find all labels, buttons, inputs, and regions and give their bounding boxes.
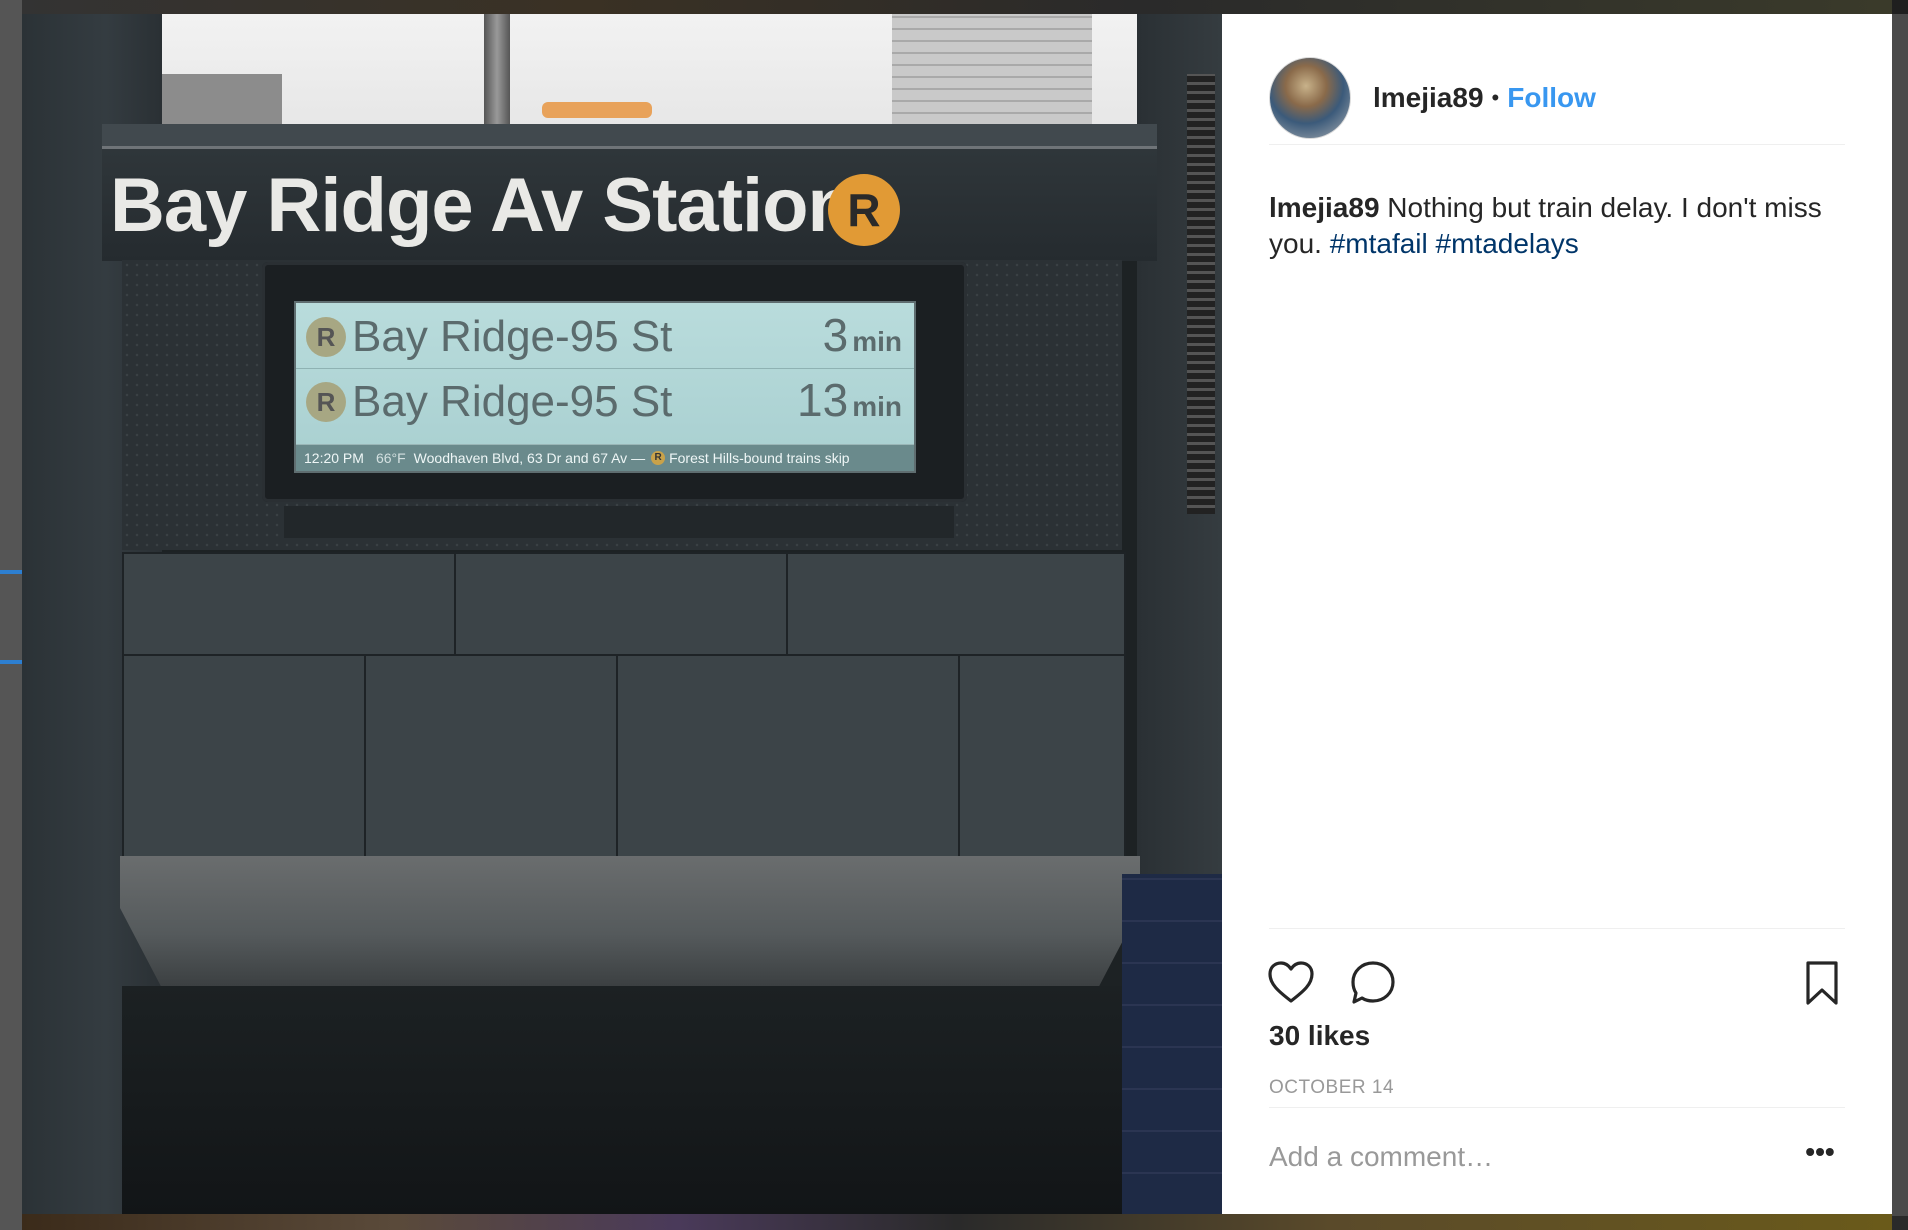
follow-button[interactable]: Follow (1507, 82, 1596, 114)
avatar[interactable] (1269, 57, 1351, 139)
divider (1269, 1107, 1845, 1108)
divider (1269, 928, 1845, 929)
backdrop-left-strip (0, 0, 22, 1230)
backdrop-accent (0, 570, 22, 574)
wall-tile (454, 552, 788, 656)
caption-username[interactable]: lmejia89 (1269, 192, 1380, 223)
wall-tile (786, 552, 1126, 656)
ticker-temp: 66°F (375, 450, 406, 466)
separator-dot: • (1491, 85, 1500, 110)
wall-tile (616, 654, 960, 858)
wall-tile (958, 654, 1126, 858)
route-bullet: R (828, 174, 900, 246)
ticker-time: 12:20 PM (304, 450, 364, 466)
comment-icon[interactable] (1348, 958, 1398, 1008)
route-bullet: R (651, 451, 666, 465)
arrival-unit: min (852, 391, 902, 422)
post-sidebar: lmejia89 • Follow lmejia89 Nothing but t… (1222, 14, 1892, 1214)
route-bullet: R (306, 382, 346, 422)
arrival-display-base (284, 506, 954, 538)
arrival-minutes: 3 (822, 309, 849, 361)
photo-building (162, 74, 282, 124)
post-date[interactable]: OCTOBER 14 (1269, 1077, 1394, 1099)
bookmark-icon[interactable] (1797, 958, 1847, 1008)
station-sign-text: Bay Ridge Av Station (110, 163, 854, 248)
photo-traffic-signal (542, 102, 652, 118)
ticker-message: Forest Hills-bound trains skip (669, 450, 850, 466)
hashtag-link[interactable]: #mtadelays (1436, 228, 1579, 259)
post-modal: Bay Ridge Av Station R R Bay Ridge-95 St… (22, 14, 1892, 1214)
backdrop-bottom-strip (22, 1214, 1892, 1230)
photo-stairwell (122, 986, 1122, 1214)
more-options-icon[interactable]: ••• (1800, 1138, 1840, 1172)
photo-blue-tiles (1122, 874, 1222, 1214)
arrival-destination: Bay Ridge-95 St (352, 377, 673, 426)
post-photo: Bay Ridge Av Station R R Bay Ridge-95 St… (22, 14, 1222, 1214)
post-caption: lmejia89 Nothing but train delay. I don'… (1269, 190, 1829, 262)
backdrop-top-strip (22, 0, 1892, 14)
wall-tile (122, 654, 366, 858)
backdrop-accent (0, 660, 22, 664)
wall-tile (364, 654, 618, 858)
arrival-eta: 13 min (797, 373, 902, 427)
post-header: lmejia89 • Follow (1269, 52, 1845, 145)
hashtag-link[interactable]: #mtafail (1330, 228, 1428, 259)
arrival-display-screen: R Bay Ridge-95 St 3 min R Bay Ridge-95 St… (294, 301, 916, 473)
arrival-row: R Bay Ridge-95 St 3 min (296, 306, 914, 369)
ticker-message: Woodhaven Blvd, 63 Dr and 67 Av — (413, 450, 646, 466)
heart-icon[interactable] (1266, 958, 1316, 1008)
photo-grille (1187, 74, 1215, 514)
service-ticker: 12:20 PM 66°F Woodhaven Blvd, 63 Dr and … (296, 444, 914, 471)
arrival-destination: Bay Ridge-95 St (352, 312, 673, 361)
arrival-minutes: 13 (797, 374, 849, 426)
photo-building (892, 14, 1092, 124)
arrival-unit: min (852, 326, 902, 357)
arrival-row: R Bay Ridge-95 St 13 min (296, 371, 914, 433)
photo-sign-top-band (102, 124, 1157, 146)
route-bullet: R (306, 317, 346, 357)
wall-tile (122, 552, 456, 656)
comment-input[interactable] (1269, 1132, 1769, 1182)
photo-pole (484, 14, 510, 124)
arrival-eta: 3 min (823, 308, 902, 362)
photo-ledge (120, 856, 1140, 986)
likes-count[interactable]: 30 likes (1269, 1020, 1370, 1052)
username-link[interactable]: lmejia89 (1373, 82, 1484, 114)
